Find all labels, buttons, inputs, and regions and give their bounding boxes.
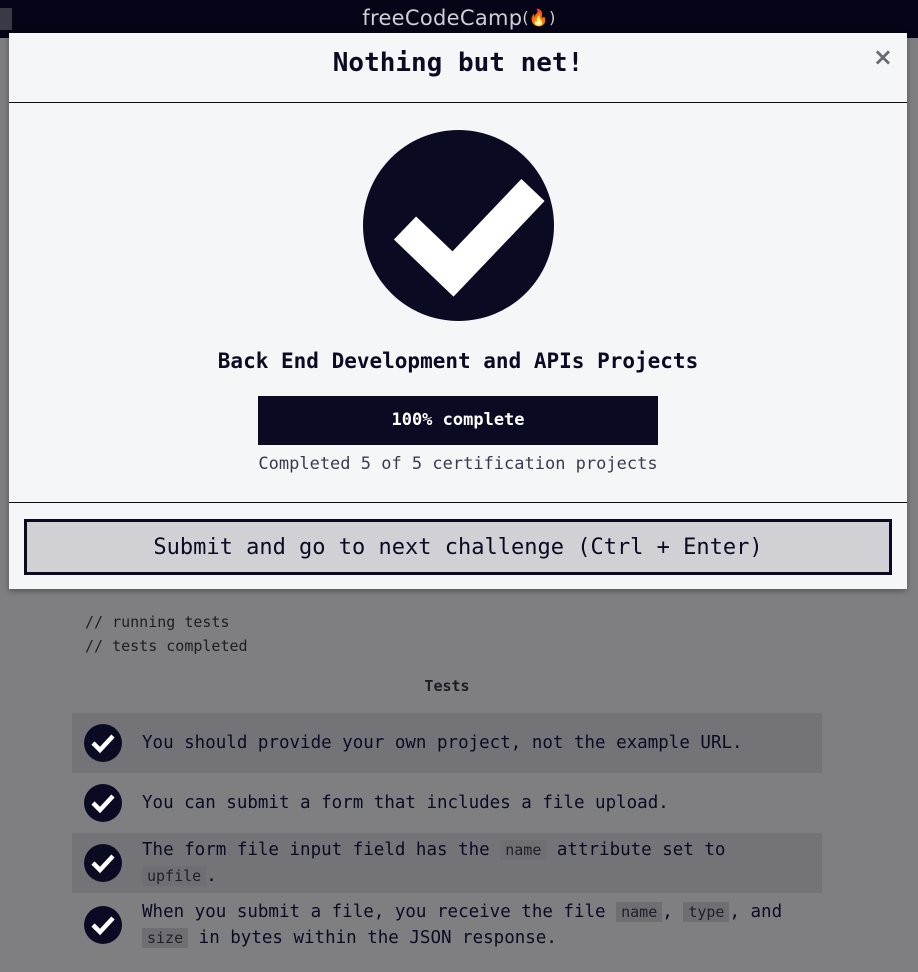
code-name: name xyxy=(500,840,547,860)
test-text-part: The form file input field has the xyxy=(142,840,501,860)
flame-icon: (🔥) xyxy=(522,8,556,27)
code-name: name xyxy=(616,902,663,922)
modal-title: Nothing but net! xyxy=(332,48,584,78)
freecodecamp-logo[interactable]: freeCodeCamp(🔥) xyxy=(0,6,918,30)
test-text-part: . xyxy=(206,866,217,886)
test-text: You can submit a form that includes a fi… xyxy=(142,793,669,813)
brand-text: freeCodeCamp xyxy=(362,6,523,30)
test-item: When you submit a file, you receive the … xyxy=(72,895,822,955)
test-text-part: When you submit a file, you receive the … xyxy=(142,902,617,922)
modal-divider xyxy=(9,502,907,503)
test-passed-check-icon xyxy=(84,844,122,882)
console-line: // tests completed xyxy=(85,637,248,655)
test-text: The form file input field has the name a… xyxy=(142,837,808,889)
completed-projects-text: Completed 5 of 5 certification projects xyxy=(258,454,658,474)
test-text: You should provide your own project, not… xyxy=(142,733,743,753)
progress-bar: 100% complete xyxy=(258,396,658,445)
tests-heading: Tests xyxy=(424,677,470,695)
progress-label: 100% complete xyxy=(391,410,525,430)
close-button[interactable]: × xyxy=(873,43,893,71)
test-console-output: // running tests // tests completed xyxy=(85,610,248,658)
test-passed-check-icon xyxy=(84,906,122,944)
test-text-part: , and xyxy=(729,902,783,922)
test-text-part: attribute set to xyxy=(546,840,726,860)
code-size: size xyxy=(142,928,189,948)
test-passed-check-icon xyxy=(84,784,122,822)
submit-next-challenge-button[interactable]: Submit and go to next challenge (Ctrl + … xyxy=(24,519,892,575)
test-text-part: in bytes within the JSON response. xyxy=(188,928,557,948)
test-text: When you submit a file, you receive the … xyxy=(142,899,808,951)
test-item: The form file input field has the name a… xyxy=(72,833,822,893)
test-item: You should provide your own project, not… xyxy=(72,713,822,773)
console-line: // running tests xyxy=(85,613,230,631)
checkmark-icon xyxy=(363,130,554,321)
code-type: type xyxy=(683,902,730,922)
modal-header: Nothing but net! × xyxy=(9,33,907,103)
test-item: You can submit a form that includes a fi… xyxy=(72,773,822,833)
test-passed-check-icon xyxy=(84,724,122,762)
test-text-part: , xyxy=(662,902,684,922)
completion-modal: Nothing but net! × Back End Development … xyxy=(9,33,907,589)
certification-title: Back End Development and APIs Projects xyxy=(217,349,699,373)
code-upfile: upfile xyxy=(142,866,207,886)
